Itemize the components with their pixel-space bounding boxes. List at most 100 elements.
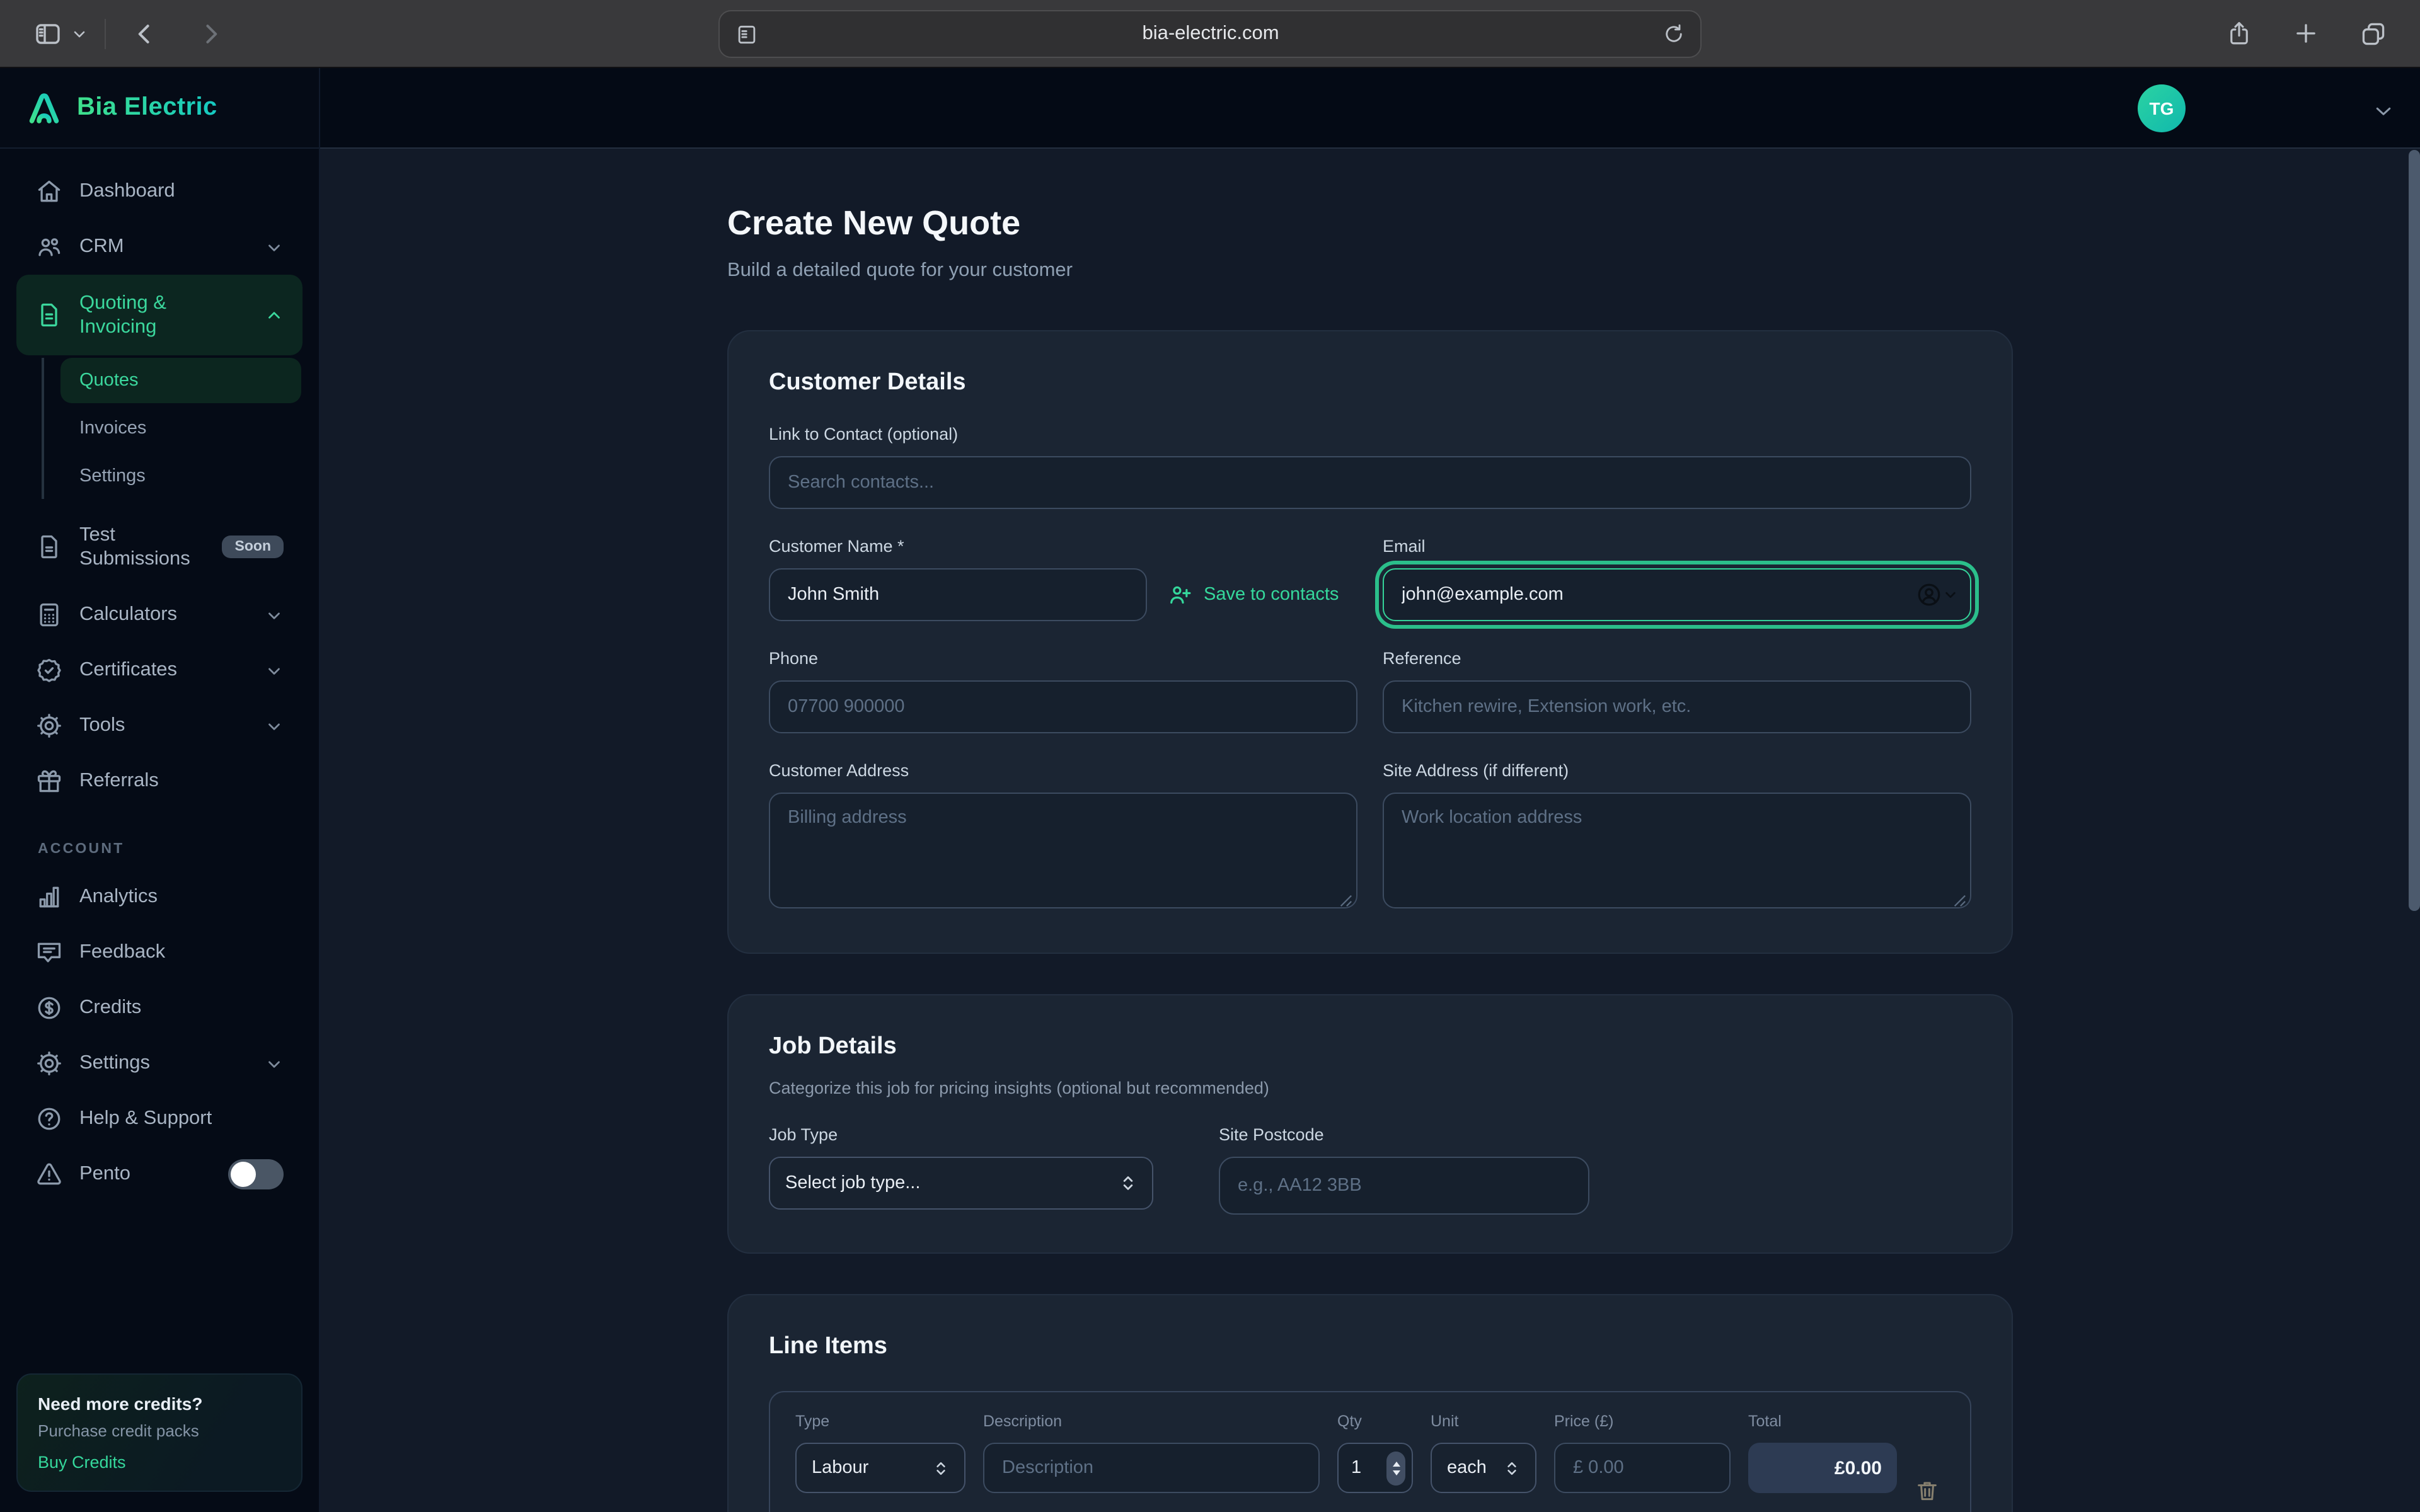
- job-type-select[interactable]: Select job type...: [769, 1157, 1153, 1210]
- submenu-item-quotes[interactable]: Quotes: [60, 358, 301, 403]
- reference-input[interactable]: [1383, 680, 1971, 733]
- brand-name: Bia Electric: [77, 93, 217, 122]
- item-unit-select[interactable]: each: [1431, 1443, 1536, 1493]
- scrollbar-thumb[interactable]: [2409, 150, 2420, 911]
- sidebar-item-help-support[interactable]: Help & Support: [16, 1091, 302, 1147]
- user-plus-icon: [1167, 582, 1192, 607]
- sidebar-item-label: Analytics: [79, 886, 158, 908]
- users-icon: [35, 233, 63, 261]
- sidebar-item-pento[interactable]: Pento: [16, 1147, 302, 1202]
- file-text-icon: [35, 301, 63, 329]
- gear-icon: [35, 1050, 63, 1077]
- share-icon[interactable]: [2226, 20, 2252, 47]
- resize-handle-icon: [1952, 893, 1966, 907]
- sidebar-item-label: CRM: [79, 236, 124, 258]
- sidebar-item-tools[interactable]: Tools: [16, 698, 302, 753]
- back-icon[interactable]: [131, 20, 159, 47]
- qty-column-header: Qty: [1337, 1412, 1413, 1431]
- gift-icon: [35, 767, 63, 795]
- sidebar-item-certificates[interactable]: Certificates: [16, 643, 302, 698]
- select-chevrons-icon: [1119, 1174, 1137, 1192]
- job-type-label: Job Type: [769, 1125, 1153, 1144]
- item-unit-value: each: [1447, 1458, 1487, 1478]
- item-qty-stepper[interactable]: 1: [1337, 1443, 1413, 1493]
- page-format-icon[interactable]: [735, 22, 759, 46]
- submenu-item-label: Settings: [79, 466, 146, 486]
- customer-name-label: Customer Name *: [769, 537, 1357, 556]
- submenu-item-settings[interactable]: Settings: [60, 454, 301, 499]
- quoting-submenu: Quotes Invoices Settings: [42, 358, 301, 499]
- sidebar-item-label: Referrals: [79, 770, 159, 793]
- select-chevrons-icon: [933, 1460, 949, 1476]
- sidebar-item-calculators[interactable]: Calculators: [16, 587, 302, 643]
- new-tab-icon[interactable]: [2293, 20, 2319, 47]
- pento-toggle[interactable]: [228, 1159, 284, 1189]
- phone-input[interactable]: [769, 680, 1357, 733]
- item-description-input[interactable]: [983, 1443, 1320, 1493]
- credits-title: Need more credits?: [38, 1394, 281, 1414]
- chevron-down-icon: [265, 661, 284, 680]
- soon-badge: Soon: [222, 536, 284, 558]
- submenu-item-label: Invoices: [79, 418, 146, 438]
- sidebar-item-credits[interactable]: Credits: [16, 980, 302, 1036]
- url-text: bia-electric.com: [759, 23, 1662, 45]
- sidebar-item-label: Credits: [79, 997, 141, 1019]
- search-contacts-input[interactable]: [769, 456, 1971, 509]
- reload-icon[interactable]: [1662, 23, 1685, 45]
- stepper-arrows-icon[interactable]: [1386, 1451, 1405, 1485]
- chevron-down-icon: [265, 605, 284, 624]
- file-icon: [35, 533, 63, 561]
- site-postcode-input[interactable]: [1219, 1157, 1589, 1215]
- description-column-header: Description: [983, 1412, 1320, 1431]
- tab-overview-icon[interactable]: [2360, 20, 2387, 47]
- job-details-heading: Job Details: [769, 1033, 1971, 1061]
- sidebar-item-test-submissions[interactable]: Test Submissions Soon: [16, 507, 302, 587]
- sidebar-item-referrals[interactable]: Referrals: [16, 753, 302, 809]
- sidebar-item-crm[interactable]: CRM: [16, 219, 302, 275]
- submenu-item-invoices[interactable]: Invoices: [60, 406, 301, 451]
- sidebar-item-feedback[interactable]: Feedback: [16, 925, 302, 980]
- reference-label: Reference: [1383, 649, 1971, 668]
- customer-name-input[interactable]: [769, 568, 1147, 621]
- screen: bia-electric.com: [0, 0, 2420, 1512]
- item-type-value: Labour: [812, 1458, 868, 1478]
- delete-item-button[interactable]: [1915, 1478, 1945, 1503]
- sidebar-item-quoting-invoicing[interactable]: Quoting & Invoicing: [16, 275, 302, 355]
- save-to-contacts-link[interactable]: Save to contacts: [1167, 582, 1339, 607]
- calculator-icon: [35, 601, 63, 629]
- sidebar-toggle-icon[interactable]: [33, 18, 63, 49]
- avatar[interactable]: TG: [2138, 84, 2186, 132]
- item-price-input[interactable]: [1554, 1443, 1731, 1493]
- sidebar-menu-chevron-icon[interactable]: [72, 26, 87, 41]
- credits-subtitle: Purchase credit packs: [38, 1421, 281, 1440]
- line-item-row: Type Labour Description: [769, 1391, 1971, 1512]
- address-bar[interactable]: bia-electric.com: [718, 10, 1702, 58]
- customer-address-textarea[interactable]: [769, 793, 1357, 908]
- brand-logo-icon: [25, 89, 63, 127]
- email-label: Email: [1383, 537, 1971, 556]
- browser-toolbar: bia-electric.com: [0, 0, 2420, 68]
- sidebar-item-dashboard[interactable]: Dashboard: [16, 164, 302, 219]
- sidebar-nav: Dashboard CRM: [0, 149, 319, 1512]
- sidebar-item-analytics[interactable]: Analytics: [16, 869, 302, 925]
- user-menu-chevron-icon[interactable]: [2372, 100, 2395, 122]
- sidebar-item-label: Help & Support: [79, 1108, 212, 1130]
- credits-upsell-card: Need more credits? Purchase credit packs…: [16, 1373, 302, 1492]
- submenu-item-label: Quotes: [79, 370, 139, 391]
- link-contact-label: Link to Contact (optional): [769, 425, 1971, 444]
- resize-handle-icon: [1339, 893, 1352, 907]
- email-input[interactable]: [1383, 568, 1971, 621]
- sidebar-item-label: Certificates: [79, 659, 177, 682]
- sidebar-item-label: Test Submissions: [79, 522, 205, 571]
- site-address-textarea[interactable]: [1383, 793, 1971, 908]
- sidebar-item-label: Dashboard: [79, 180, 175, 203]
- sidebar-item-label: Tools: [79, 714, 125, 737]
- item-qty-value: 1: [1351, 1458, 1361, 1478]
- sidebar-item-settings[interactable]: Settings: [16, 1036, 302, 1091]
- forward-icon[interactable]: [197, 20, 224, 47]
- buy-credits-link[interactable]: Buy Credits: [38, 1453, 281, 1472]
- message-icon: [35, 939, 63, 966]
- brand[interactable]: Bia Electric: [0, 68, 319, 149]
- contact-autofill-icon[interactable]: [1916, 581, 1957, 608]
- item-type-select[interactable]: Labour: [795, 1443, 965, 1493]
